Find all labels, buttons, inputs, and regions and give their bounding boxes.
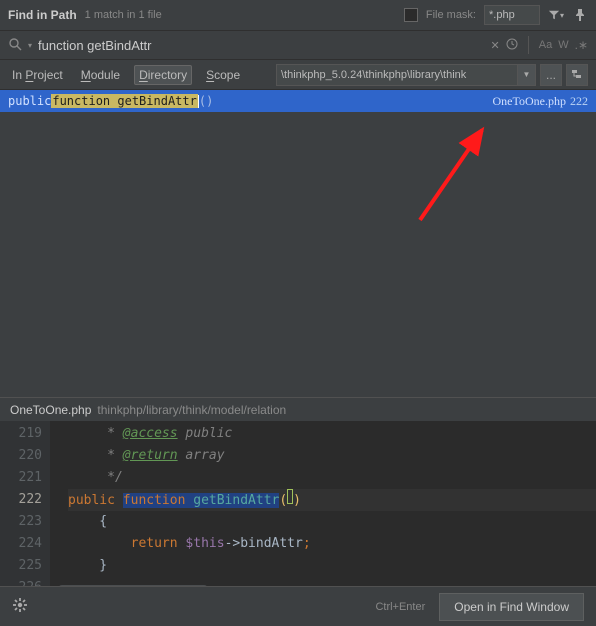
gear-icon[interactable]: [12, 597, 28, 616]
preview-header: OneToOne.php thinkphp/library/think/mode…: [0, 397, 596, 421]
search-icon: [8, 37, 22, 54]
chevron-down-icon[interactable]: ▾: [28, 41, 32, 50]
scope-tab-scope[interactable]: Scope: [202, 66, 244, 84]
line-number: 224: [0, 533, 42, 555]
result-line: 222: [570, 94, 588, 108]
regex-toggle[interactable]: .∗: [575, 38, 588, 52]
line-number: 225: [0, 555, 42, 577]
open-in-find-window-button[interactable]: Open in Find Window: [439, 593, 584, 621]
search-row: ▾ ✕ Aa W .∗: [0, 30, 596, 60]
line-number: 222: [0, 489, 42, 511]
match-case-toggle[interactable]: Aa: [539, 39, 552, 51]
gutter: 219 220 221 222 223 224 225 226: [0, 421, 50, 597]
words-toggle[interactable]: W: [558, 39, 568, 51]
line-number: 219: [0, 423, 42, 445]
directory-dropdown-icon[interactable]: ▼: [518, 64, 536, 86]
result-match-text: function getBindAttr: [51, 94, 198, 108]
browse-directory-button[interactable]: ...: [540, 64, 562, 86]
search-result-row[interactable]: public function getBindAttr() OneToOne.p…: [0, 90, 596, 112]
result-prefix: public: [8, 94, 51, 108]
scope-tab-project[interactable]: In Project: [8, 66, 67, 84]
scope-tab-directory[interactable]: Directory: [134, 65, 192, 85]
search-input[interactable]: [38, 38, 485, 53]
pin-icon[interactable]: [572, 7, 588, 23]
footer: Ctrl+Enter Open in Find Window: [0, 586, 596, 626]
result-close-paren: ): [206, 94, 213, 108]
preview-filename: OneToOne.php: [10, 403, 91, 417]
directory-path-input[interactable]: [276, 64, 518, 86]
file-mask-input[interactable]: [484, 5, 540, 25]
scope-tab-module[interactable]: Module: [77, 66, 124, 84]
shortcut-hint: Ctrl+Enter: [375, 601, 425, 613]
clear-icon[interactable]: ✕: [491, 39, 500, 52]
titlebar: Find in Path 1 match in 1 file File mask…: [0, 0, 596, 30]
result-file: OneToOne.php: [493, 94, 566, 108]
scope-bar: In Project Module Directory Scope ▼ ...: [0, 60, 596, 90]
annotation-arrow-icon: [410, 120, 495, 230]
dialog-title: Find in Path: [8, 8, 77, 22]
filter-icon[interactable]: ▾: [548, 7, 564, 23]
line-number: 223: [0, 511, 42, 533]
recursive-toggle-icon[interactable]: [566, 64, 588, 86]
history-icon[interactable]: [506, 38, 518, 53]
file-mask-checkbox[interactable]: [404, 8, 418, 22]
result-open-paren: (: [199, 94, 206, 108]
match-count: 1 match in 1 file: [85, 9, 162, 21]
results-panel: [0, 112, 596, 397]
line-number: 220: [0, 445, 42, 467]
code-preview[interactable]: 219 220 221 222 223 224 225 226 * @acces…: [0, 421, 596, 597]
line-number: 221: [0, 467, 42, 489]
file-mask-label: File mask:: [426, 9, 476, 21]
code-body: * @access public * @return array */ publ…: [50, 421, 596, 597]
preview-path: thinkphp/library/think/model/relation: [97, 403, 286, 417]
